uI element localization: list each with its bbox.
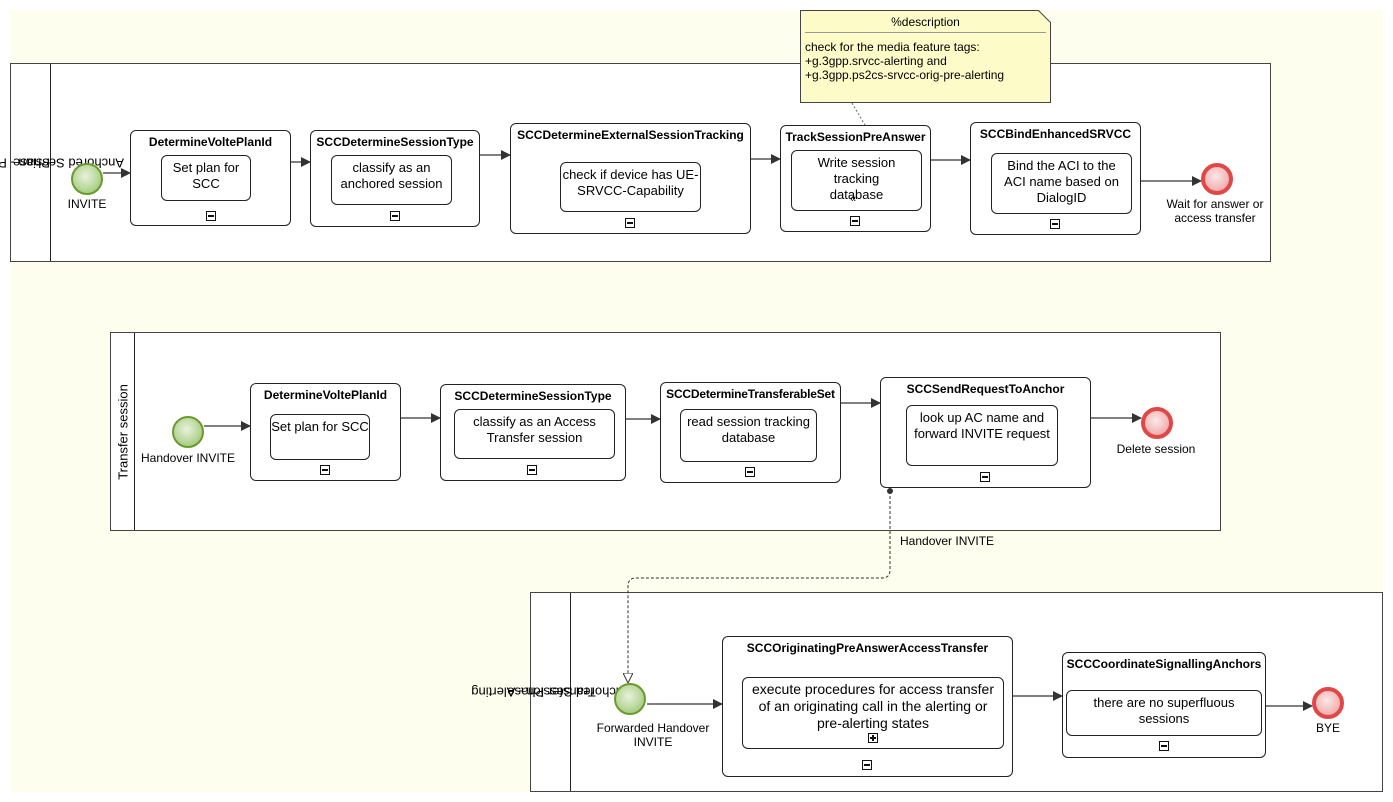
start-event-label: INVITE [67,197,107,211]
task-title: TrackSessionPreAnswer [785,130,926,144]
annotation-body: check for the media feature tags: +g.3gp… [805,40,1005,82]
task-description: read session tracking database [680,409,817,462]
start-event-invite[interactable] [71,163,103,195]
task-description: check if device has UE-SRVCC-Capability [560,162,701,212]
task-determine-volte-plan-id[interactable]: DetermineVoltePlanId Set plan for SCC [130,130,291,226]
end-event-label-text: Wait for answer or access transfer [1166,197,1264,225]
collapse-marker-icon[interactable] [745,467,755,477]
task-scc-send-request-to-anchor[interactable]: SCCSendRequestToAnchor look up AC name a… [880,377,1091,488]
collapse-marker-icon[interactable] [850,216,860,226]
task-description: Set plan for SCC [270,414,370,460]
task-title: SCCBindEnhancedSRVCC [979,127,1132,141]
task-scc-determine-session-type-2[interactable]: SCCDetermineSessionType classify as an A… [440,384,626,481]
task-description-text: execute procedures for access transfer o… [751,681,994,731]
task-description: classify as an Access Transfer session [454,409,615,459]
task-title: SCCDetermineTransferableSet [666,387,835,401]
collapse-marker-icon[interactable] [1159,741,1169,751]
task-title: DetermineVoltePlanId [263,388,388,402]
task-description: Write session tracking database « [791,150,922,211]
task-title: SCCDetermineExternalSessionTracking [517,128,744,142]
start-event-label: Forwarded Handover INVITE [588,721,718,749]
annotation-title: %description [891,15,960,29]
task-description: look up AC name and forward INVITE reque… [906,405,1058,466]
text-annotation[interactable]: %description check for the media feature… [800,10,1051,103]
task-title: SCCDetermineSessionType [316,135,474,149]
start-event-label: Handover INVITE [140,451,236,465]
task-title: SCCDetermineSessionType [454,389,612,403]
start-event-label-text: Forwarded Handover INVITE [596,721,710,749]
task-track-session-pre-answer[interactable]: TrackSessionPreAnswer Write session trac… [780,125,931,232]
note-fold-icon [1038,10,1051,23]
task-title: SCCOriginatingPreAnswerAccessTransfer [746,641,989,655]
task-description: there are no superfluous sessions [1066,690,1262,736]
collapse-marker-icon[interactable] [625,218,635,228]
task-description: execute procedures for access transfer o… [742,677,1004,749]
compensation-marker-icon: « [850,193,857,205]
end-event-label: Delete session [1116,442,1196,456]
end-event-label: BYE [1315,721,1341,735]
collapse-marker-icon[interactable] [980,472,990,482]
message-flow-label: Handover INVITE [900,534,995,548]
task-title: SCCSendRequestToAnchor [906,382,1065,396]
task-title: SCCCoordinateSignallingAnchors [1066,657,1262,671]
task-scc-determine-transferable-set[interactable]: SCCDetermineTransferableSet read session… [660,382,841,483]
collapse-marker-icon[interactable] [390,211,400,221]
start-event-handover-invite[interactable] [172,416,204,448]
expand-marker-icon[interactable] [868,733,878,743]
end-event-wait[interactable] [1201,163,1233,195]
task-description: Bind the ACI to the ACI name based on Di… [991,153,1132,214]
collapse-marker-icon[interactable] [206,211,216,221]
end-event-delete-session[interactable] [1141,407,1173,439]
end-event-bye[interactable] [1312,687,1344,719]
annotation-divider [805,32,1046,33]
task-description-text: Write session tracking database [817,155,896,202]
task-title: DetermineVoltePlanId [148,135,273,149]
association-line [851,102,866,126]
task-scc-determine-external-session-tracking[interactable]: SCCDetermineExternalSessionTracking chec… [510,123,751,234]
collapse-marker-icon[interactable] [320,465,330,475]
end-event-label: Wait for answer or access transfer [1165,197,1265,225]
collapse-marker-icon[interactable] [1050,219,1060,229]
task-scc-determine-session-type[interactable]: SCCDetermineSessionType classify as an a… [310,130,480,227]
task-scc-coordinate-signalling-anchors[interactable]: SCCCoordinateSignallingAnchors there are… [1062,652,1266,758]
start-event-forwarded-handover-invite[interactable] [614,683,646,715]
task-scc-originating-pre-answer-access-transfer[interactable]: SCCOriginatingPreAnswerAccessTransfer ex… [722,636,1013,777]
task-description: classify as an anchored session [331,155,452,205]
collapse-marker-icon[interactable] [527,465,537,475]
task-scc-bind-enhanced-srvcc[interactable]: SCCBindEnhancedSRVCC Bind the ACI to the… [970,122,1141,235]
task-determine-volte-plan-id-2[interactable]: DetermineVoltePlanId Set plan for SCC [250,383,401,481]
task-description: Set plan for SCC [161,155,251,201]
collapse-marker-icon[interactable] [862,760,872,770]
